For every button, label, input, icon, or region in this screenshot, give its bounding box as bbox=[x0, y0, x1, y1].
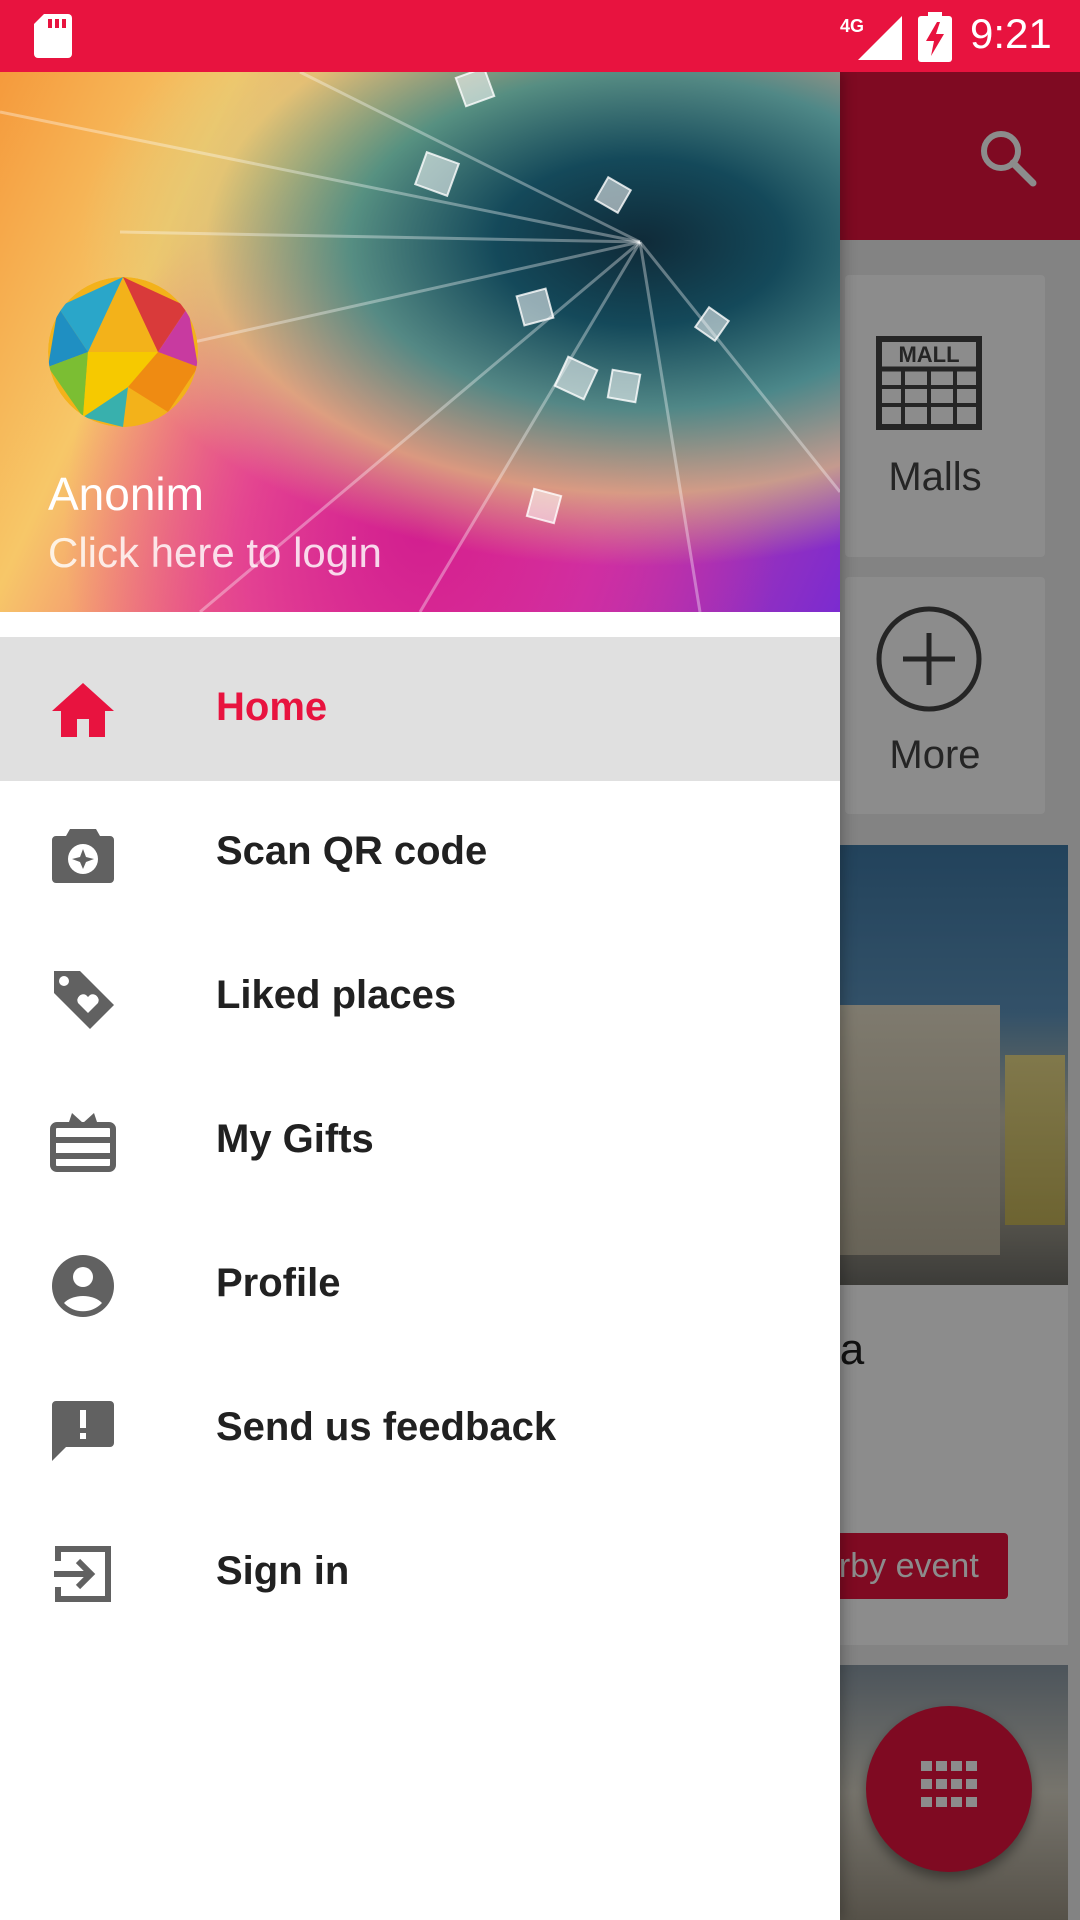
gift-card-icon bbox=[50, 1113, 116, 1172]
menu-label-my-gifts: My Gifts bbox=[216, 1117, 374, 1161]
feedback-icon bbox=[52, 1401, 114, 1461]
camera-icon bbox=[52, 829, 114, 883]
menu-item-sign-in[interactable]: Sign in bbox=[0, 1501, 840, 1645]
menu-item-liked-places[interactable]: Liked places bbox=[0, 925, 840, 1069]
cellular-signal-icon: 4G bbox=[840, 16, 902, 60]
drawer-menu: Home Scan QR code Liked places My Gifts … bbox=[0, 637, 840, 1645]
menu-label-feedback: Send us feedback bbox=[216, 1405, 557, 1449]
clock: 9:21 bbox=[970, 10, 1052, 57]
menu-item-feedback[interactable]: Send us feedback bbox=[0, 1357, 840, 1501]
sign-in-icon bbox=[54, 1546, 111, 1602]
menu-label-profile: Profile bbox=[216, 1261, 341, 1305]
svg-text:4G: 4G bbox=[840, 16, 864, 36]
menu-item-profile[interactable]: Profile bbox=[0, 1213, 840, 1357]
status-bar: 4G 9:21 bbox=[0, 0, 1080, 72]
drawer-header[interactable]: Anonim Click here to login bbox=[0, 72, 840, 612]
menu-label-scan-qr: Scan QR code bbox=[216, 829, 488, 873]
login-prompt[interactable]: Click here to login bbox=[48, 529, 382, 577]
menu-item-scan-qr[interactable]: Scan QR code bbox=[0, 781, 840, 925]
battery-charging-icon bbox=[918, 12, 952, 62]
tag-heart-icon bbox=[54, 971, 114, 1029]
home-icon bbox=[52, 683, 114, 737]
user-name: Anonim bbox=[48, 468, 204, 520]
avatar[interactable] bbox=[48, 277, 198, 427]
menu-label-sign-in: Sign in bbox=[216, 1549, 350, 1593]
account-circle-icon bbox=[52, 1255, 114, 1317]
sd-card-icon bbox=[34, 14, 72, 58]
navigation-drawer: Anonim Click here to login Home Scan QR … bbox=[0, 72, 840, 1920]
menu-label-home: Home bbox=[216, 685, 328, 729]
menu-item-home[interactable]: Home bbox=[0, 637, 840, 781]
menu-item-my-gifts[interactable]: My Gifts bbox=[0, 1069, 840, 1213]
menu-label-liked-places: Liked places bbox=[216, 973, 457, 1017]
